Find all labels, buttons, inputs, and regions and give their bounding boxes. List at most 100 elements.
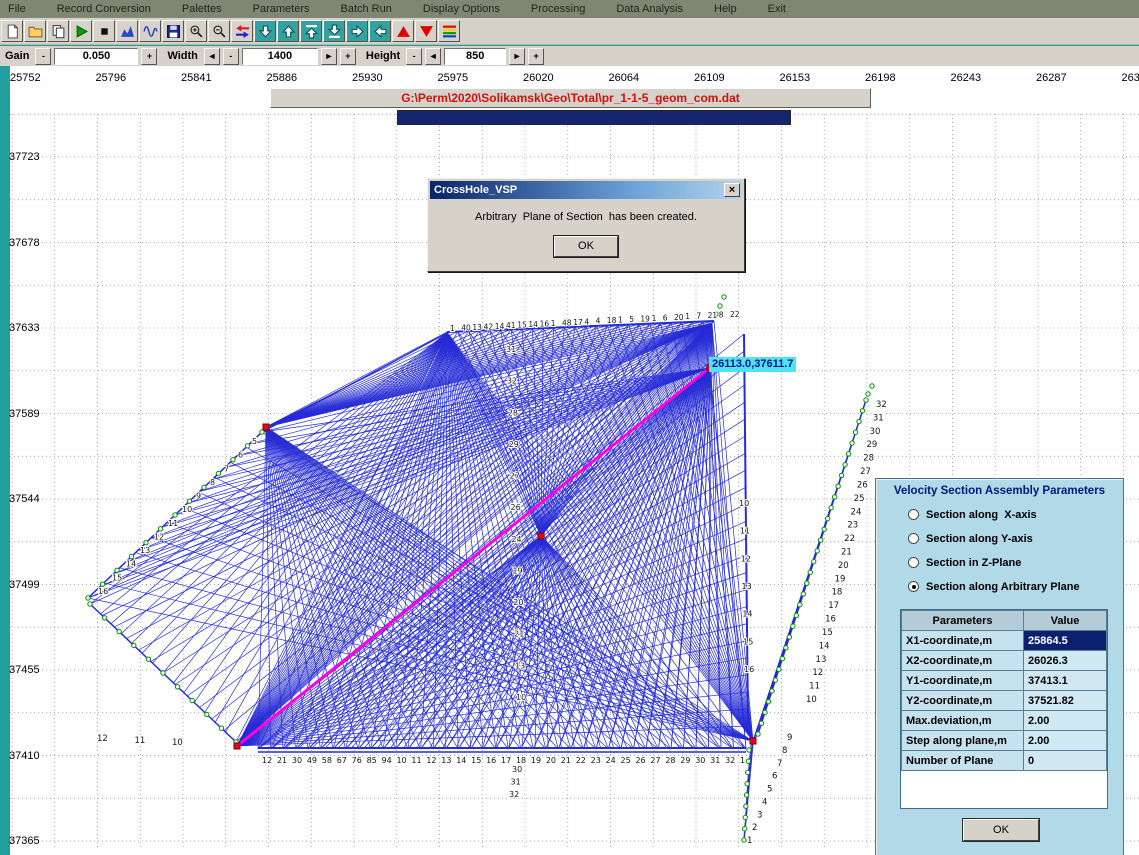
x-axis-tick: 26020 <box>523 72 554 84</box>
width-left-button[interactable]: ◄ <box>204 48 220 65</box>
width-decrease-button[interactable]: - <box>223 48 239 65</box>
gain-increase-button[interactable]: + <box>141 48 157 65</box>
param-value-cell[interactable]: 37413.1 <box>1024 671 1107 691</box>
param-value-cell[interactable]: 26026.3 <box>1024 651 1107 671</box>
gain-down-button[interactable] <box>415 20 437 42</box>
radio-section-along-arbitrary-plane[interactable]: Section along Arbitrary Plane <box>908 580 1123 593</box>
svg-text:14: 14 <box>456 756 466 765</box>
menu-item-batch-run[interactable]: Batch Run <box>341 3 392 15</box>
radio-button-icon[interactable] <box>908 557 919 568</box>
menu-item-record-conversion[interactable]: Record Conversion <box>57 3 151 15</box>
new-file-button[interactable] <box>1 20 23 42</box>
zoom-in-button[interactable] <box>185 20 207 42</box>
height-increase-button[interactable]: + <box>528 48 544 65</box>
radio-section-along-y-axis[interactable]: Section along Y-axis <box>908 532 1123 545</box>
radio-button-icon[interactable] <box>908 533 919 544</box>
param-value-cell[interactable]: 37521.82 <box>1024 691 1107 711</box>
menu-item-file[interactable]: File <box>8 3 26 15</box>
svg-text:1: 1 <box>450 324 455 333</box>
param-value-cell[interactable]: 25864.5 <box>1024 631 1107 651</box>
radio-button-icon[interactable] <box>908 581 919 592</box>
svg-text:9: 9 <box>787 733 792 743</box>
save-button[interactable] <box>162 20 184 42</box>
move-left-button[interactable] <box>369 20 391 42</box>
svg-text:9: 9 <box>196 492 201 501</box>
svg-text:21: 21 <box>708 311 718 320</box>
param-value-cell[interactable]: 2.00 <box>1024 711 1107 731</box>
height-value[interactable]: 850 <box>444 48 506 65</box>
param-value-cell[interactable]: 2.00 <box>1024 731 1107 751</box>
run-button[interactable] <box>70 20 92 42</box>
menu-item-display-options[interactable]: Display Options <box>423 3 500 15</box>
stripes-icon <box>442 24 457 39</box>
dialog-close-icon[interactable]: × <box>724 183 740 197</box>
svg-text:3: 3 <box>757 810 762 820</box>
radio-section-along-x-axis[interactable]: Section along X-axis <box>908 508 1123 521</box>
dialog-ok-button[interactable]: OK <box>554 236 618 257</box>
menu-item-help[interactable]: Help <box>714 3 737 15</box>
open-file-button[interactable] <box>24 20 46 42</box>
arrow-up-icon <box>281 24 296 39</box>
panel-title: Velocity Section Assembly Parameters <box>876 485 1123 497</box>
gain-decrease-button[interactable]: - <box>35 48 51 65</box>
move-right-button[interactable] <box>346 20 368 42</box>
page-down-button[interactable] <box>323 20 345 42</box>
svg-text:30: 30 <box>292 756 302 765</box>
menu-item-parameters[interactable]: Parameters <box>253 3 310 15</box>
svg-text:21: 21 <box>561 756 571 765</box>
zoom-out-button[interactable] <box>208 20 230 42</box>
menu-item-palettes[interactable]: Palettes <box>182 3 222 15</box>
param-name-cell[interactable]: Step along plane,m <box>902 731 1024 751</box>
svg-text:14: 14 <box>495 322 505 331</box>
svg-text:29: 29 <box>866 440 877 450</box>
height-decrease-button[interactable]: - <box>406 48 422 65</box>
gain-up-button[interactable] <box>392 20 414 42</box>
dialog-title-bar[interactable]: CrossHole_VSP × <box>430 181 742 199</box>
swap-direction-button[interactable] <box>231 20 253 42</box>
width-right-button[interactable]: ► <box>321 48 337 65</box>
svg-text:20: 20 <box>513 598 523 607</box>
width-increase-button[interactable]: + <box>340 48 356 65</box>
radio-label: Section along X-axis <box>926 509 1037 521</box>
control-bar: Gain - 0.050 + Width ◄ - 1400 ► + Height… <box>0 46 1139 66</box>
param-name-cell[interactable]: Y2-coordinate,m <box>902 691 1024 711</box>
copy-button[interactable] <box>47 20 69 42</box>
svg-text:24: 24 <box>606 756 616 765</box>
x-axis-tick: 26198 <box>865 72 896 84</box>
move-down-button[interactable] <box>254 20 276 42</box>
menu-item-processing[interactable]: Processing <box>531 3 585 15</box>
svg-text:40: 40 <box>461 323 471 332</box>
width-label: Width <box>167 50 197 62</box>
param-name-cell[interactable]: Max.deviation,m <box>902 711 1024 731</box>
param-value-cell[interactable]: 0 <box>1024 751 1107 771</box>
panel-ok-button[interactable]: OK <box>963 819 1039 841</box>
radio-button-icon[interactable] <box>908 509 919 520</box>
parameters-table: Parameters Value X1-coordinate,m25864.5X… <box>901 610 1107 771</box>
svg-text:20: 20 <box>838 561 849 571</box>
stop-button[interactable] <box>93 20 115 42</box>
spectrum-button[interactable] <box>116 20 138 42</box>
radio-section-in-z-plane[interactable]: Section in Z-Plane <box>908 556 1123 569</box>
move-up-button[interactable] <box>277 20 299 42</box>
svg-text:24: 24 <box>511 535 521 544</box>
page-up-button[interactable] <box>300 20 322 42</box>
x-axis-tick: 25886 <box>267 72 298 84</box>
param-name-cell[interactable]: X2-coordinate,m <box>902 651 1024 671</box>
param-name-cell[interactable]: Y1-coordinate,m <box>902 671 1024 691</box>
menu-item-data-analysis[interactable]: Data Analysis <box>616 3 683 15</box>
param-name-cell[interactable]: Number of Plane <box>902 751 1024 771</box>
svg-text:11: 11 <box>135 736 146 746</box>
svg-text:1: 1 <box>685 312 690 321</box>
param-name-cell[interactable]: X1-coordinate,m <box>902 631 1024 651</box>
dialog-title: CrossHole_VSP <box>434 184 517 196</box>
palette-button[interactable] <box>438 20 460 42</box>
menu-item-exit[interactable]: Exit <box>768 3 786 15</box>
gain-value[interactable]: 0.050 <box>54 48 138 65</box>
svg-text:27: 27 <box>510 472 520 481</box>
height-right-button[interactable]: ► <box>509 48 525 65</box>
waveform-button[interactable] <box>139 20 161 42</box>
svg-text:7: 7 <box>696 312 701 321</box>
width-value[interactable]: 1400 <box>242 48 318 65</box>
height-left-button[interactable]: ◄ <box>425 48 441 65</box>
svg-text:12: 12 <box>154 532 164 541</box>
